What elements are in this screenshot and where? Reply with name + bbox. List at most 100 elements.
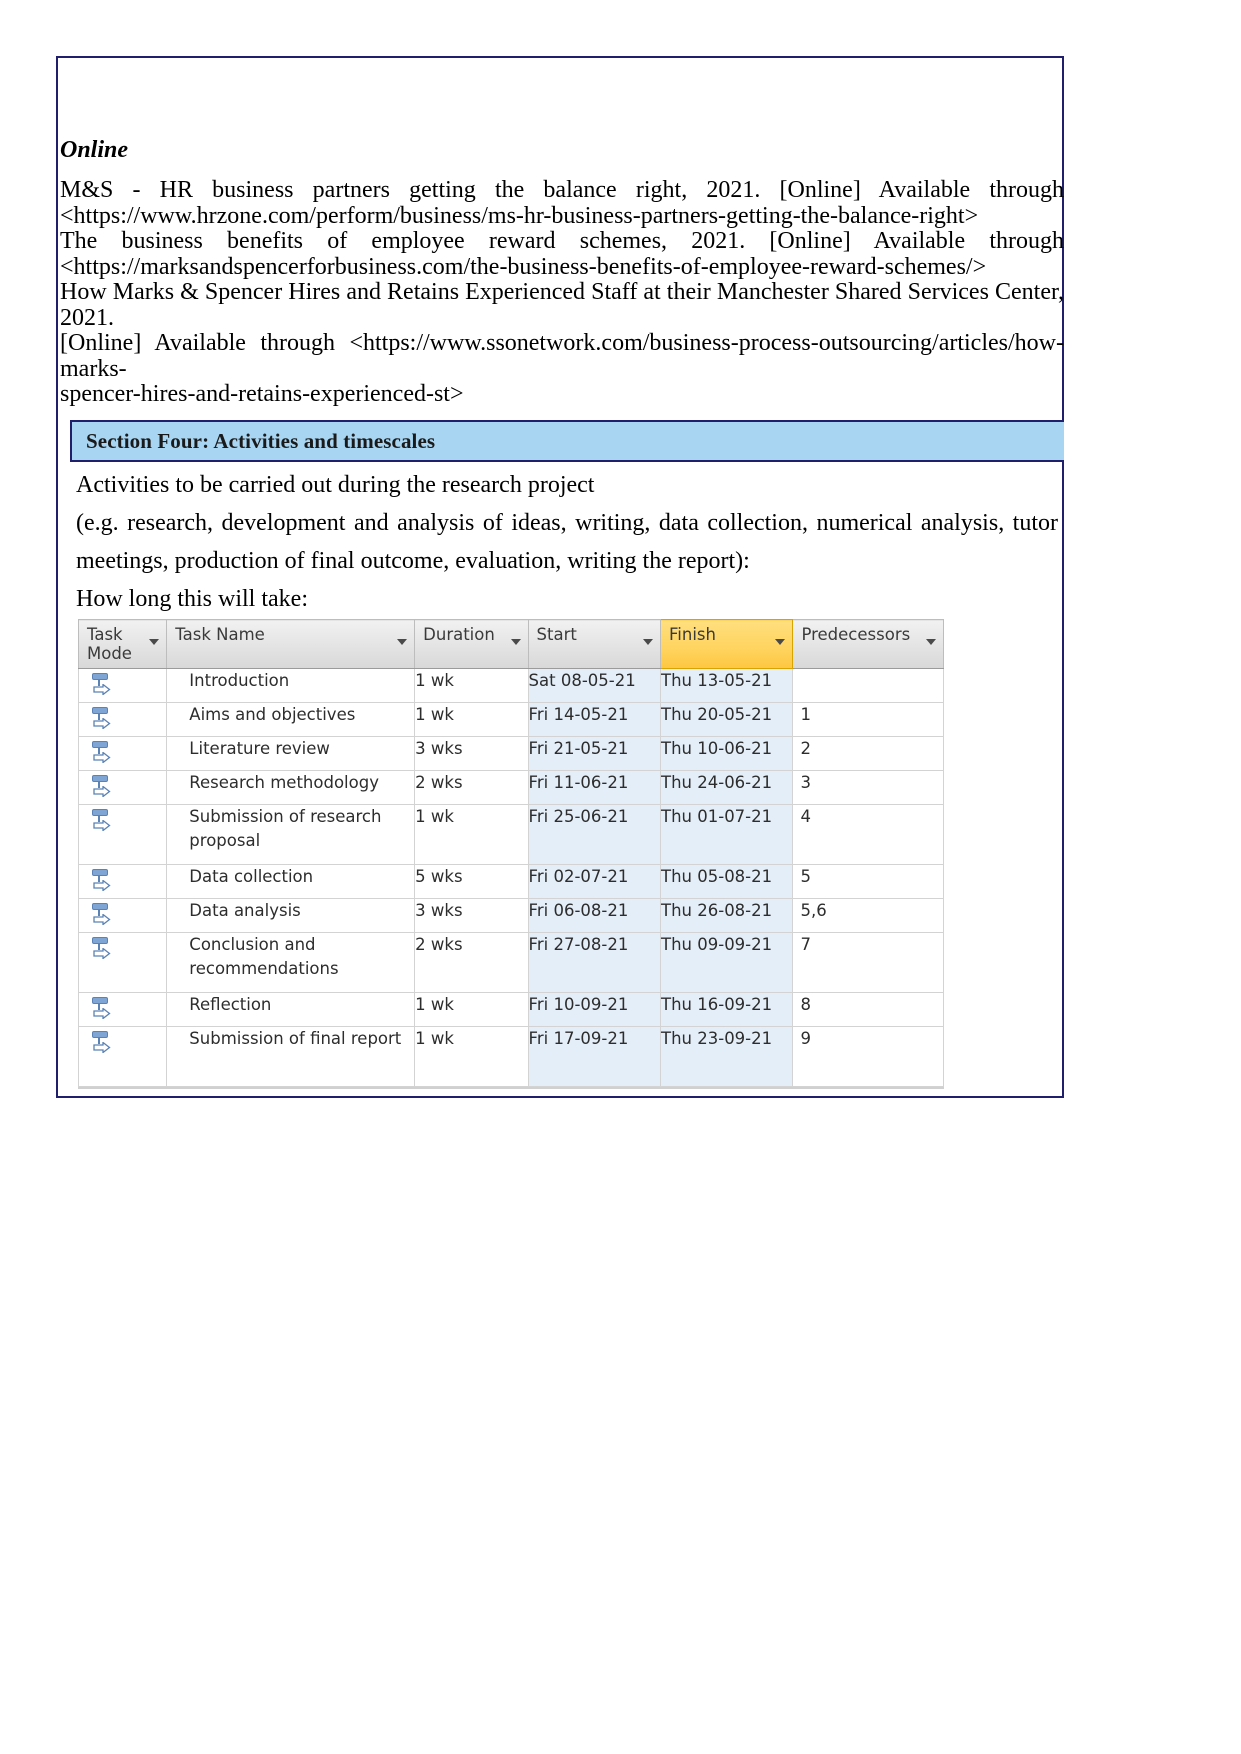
reference-entry-2-url: <https://marksandspencerforbusiness.com/…: [60, 253, 987, 280]
cell-start-date: Fri 11-06-21: [527, 770, 662, 805]
table-row: Research methodology 2 wks Fri 11-06-21 …: [77, 770, 944, 805]
column-header-duration[interactable]: Duration: [414, 619, 529, 669]
cell-predecessors: 5: [792, 864, 944, 899]
table-row: Reflection 1 wk Fri 10-09-21 Thu 16-09-2…: [77, 992, 944, 1027]
cell-finish-date: Thu 09-09-21: [659, 932, 794, 993]
cell-task-mode: [77, 1026, 168, 1087]
cell-task-name: Conclusion and recommendations: [166, 932, 416, 993]
cell-start-date: Fri 02-07-21: [527, 864, 662, 899]
cell-predecessors: [792, 668, 944, 703]
cell-finish-date: Thu 20-05-21: [659, 702, 794, 737]
cell-task-name: Reflection: [166, 992, 416, 1027]
cell-predecessors: 8: [792, 992, 944, 1027]
chevron-down-icon[interactable]: [643, 639, 653, 645]
cell-task-mode: [77, 702, 168, 737]
cell-duration: 1 wk: [414, 992, 529, 1027]
cell-finish-date: Thu 26-08-21: [659, 898, 794, 933]
chevron-down-icon[interactable]: [510, 639, 521, 645]
chevron-down-icon[interactable]: [397, 639, 408, 645]
chevron-down-icon[interactable]: [775, 639, 786, 645]
cell-finish-date: Thu 24-06-21: [659, 770, 794, 805]
cell-finish-date: Thu 05-08-21: [659, 864, 794, 899]
activities-prompt-line-1: Activities to be carried out during the …: [76, 472, 595, 498]
cell-finish-date: Thu 16-09-21: [659, 992, 794, 1027]
cell-task-mode: [77, 668, 168, 703]
how-long-prompt: How long this will take:: [76, 586, 308, 612]
reference-entry-2-citation: The business benefits of employee reward…: [60, 228, 1064, 254]
cell-duration: 1 wk: [414, 804, 529, 865]
cell-task-name: Introduction: [166, 668, 416, 703]
cell-predecessors: 3: [792, 770, 944, 805]
cell-start-date: Fri 21-05-21: [527, 736, 662, 771]
cell-start-date: Sat 08-05-21: [527, 668, 662, 703]
activities-prompt-line-2-text: (e.g. research, development and analysis…: [76, 510, 1058, 536]
chevron-down-icon[interactable]: [149, 639, 160, 645]
document-page-frame: Online M&S - HR business partners gettin…: [56, 56, 1064, 1098]
table-bottom-edge: [78, 1087, 944, 1089]
cell-duration: 3 wks: [414, 736, 529, 771]
reference-entry-2: The business benefits of employee reward…: [58, 228, 1064, 280]
cell-task-name: Literature review: [166, 736, 416, 771]
column-header-start-label: Start: [536, 625, 577, 644]
cell-duration: 2 wks: [414, 932, 529, 993]
section-four-header-band: Section Four: Activities and timescales: [70, 420, 1064, 462]
cell-start-date: Fri 06-08-21: [527, 898, 662, 933]
cell-duration: 2 wks: [414, 770, 529, 805]
column-header-start[interactable]: Start: [527, 619, 662, 669]
table-row: Submission of research proposal 1 wk Fri…: [77, 804, 944, 865]
chevron-down-icon[interactable]: [926, 639, 936, 645]
reference-entry-3-line-3: spencer-hires-and-retains-experienced-st…: [60, 381, 464, 407]
column-header-finish-label: Finish: [669, 625, 716, 644]
cell-finish-date: Thu 01-07-21: [659, 804, 794, 865]
activities-prompt-line-3: meetings, production of final outcome, e…: [76, 548, 750, 574]
table-row: Submission of final report 1 wk Fri 17-0…: [77, 1026, 944, 1087]
cell-duration: 1 wk: [414, 1026, 529, 1087]
table-row: Data collection 5 wks Fri 02-07-21 Thu 0…: [77, 864, 944, 899]
column-header-task-name[interactable]: Task Name: [166, 619, 416, 669]
cell-duration: 5 wks: [414, 864, 529, 899]
cell-duration: 1 wk: [414, 668, 529, 703]
column-header-task-mode-line2: Mode: [87, 644, 132, 663]
cell-task-mode: [77, 932, 168, 993]
cell-predecessors: 7: [792, 932, 944, 993]
cell-task-name: Research methodology: [166, 770, 416, 805]
cell-start-date: Fri 27-08-21: [527, 932, 662, 993]
cell-start-date: Fri 10-09-21: [527, 992, 662, 1027]
cell-predecessors: 5,6: [792, 898, 944, 933]
activities-prompt-line-2: (e.g. research, development and analysis…: [72, 504, 1064, 542]
cell-task-name: Aims and objectives: [166, 702, 416, 737]
cell-start-date: Fri 25-06-21: [527, 804, 662, 865]
column-header-finish[interactable]: Finish: [659, 619, 794, 669]
column-header-task-mode[interactable]: Task Mode: [77, 619, 168, 669]
table-row: Aims and objectives 1 wk Fri 14-05-21 Th…: [77, 702, 944, 737]
reference-entry-1: M&S - HR business partners getting the b…: [58, 177, 1064, 229]
table-row: Literature review 3 wks Fri 21-05-21 Thu…: [77, 736, 944, 771]
section-four-body: Activities to be carried out during the …: [72, 466, 1064, 618]
reference-entry-3-line-2: [Online] Available through <https://www.…: [60, 330, 1064, 382]
cell-task-name: Submission of final report: [166, 1026, 416, 1087]
cell-predecessors: 4: [792, 804, 944, 865]
cell-task-mode: [77, 804, 168, 865]
cell-task-mode: [77, 864, 168, 899]
cell-task-mode: [77, 898, 168, 933]
reference-entry-1-url: <https://www.hrzone.com/perform/business…: [60, 202, 979, 229]
ms-project-schedule-screenshot: Task Mode Task Name Duration Start Finis…: [77, 619, 944, 1089]
cell-task-mode: [77, 736, 168, 771]
cell-task-name: Submission of research proposal: [166, 804, 416, 865]
cell-task-mode: [77, 770, 168, 805]
column-header-task-name-label: Task Name: [175, 625, 265, 644]
cell-finish-date: Thu 23-09-21: [659, 1026, 794, 1087]
cell-task-name: Data analysis: [166, 898, 416, 933]
table-row: Introduction 1 wk Sat 08-05-21 Thu 13-05…: [77, 668, 944, 703]
cell-task-mode: [77, 992, 168, 1027]
references-heading: Online: [60, 137, 129, 163]
cell-start-date: Fri 17-09-21: [527, 1026, 662, 1087]
cell-finish-date: Thu 10-06-21: [659, 736, 794, 771]
references-block: Online M&S - HR business partners gettin…: [58, 58, 1064, 408]
reference-entry-1-citation: M&S - HR business partners getting the b…: [60, 177, 1064, 203]
project-task-table: Task Mode Task Name Duration Start Finis…: [77, 619, 944, 1087]
cell-finish-date: Thu 13-05-21: [659, 668, 794, 703]
column-header-predecessors[interactable]: Predecessors: [792, 619, 944, 669]
cell-task-name: Data collection: [166, 864, 416, 899]
table-row: Conclusion and recommendations 2 wks Fri…: [77, 932, 944, 993]
